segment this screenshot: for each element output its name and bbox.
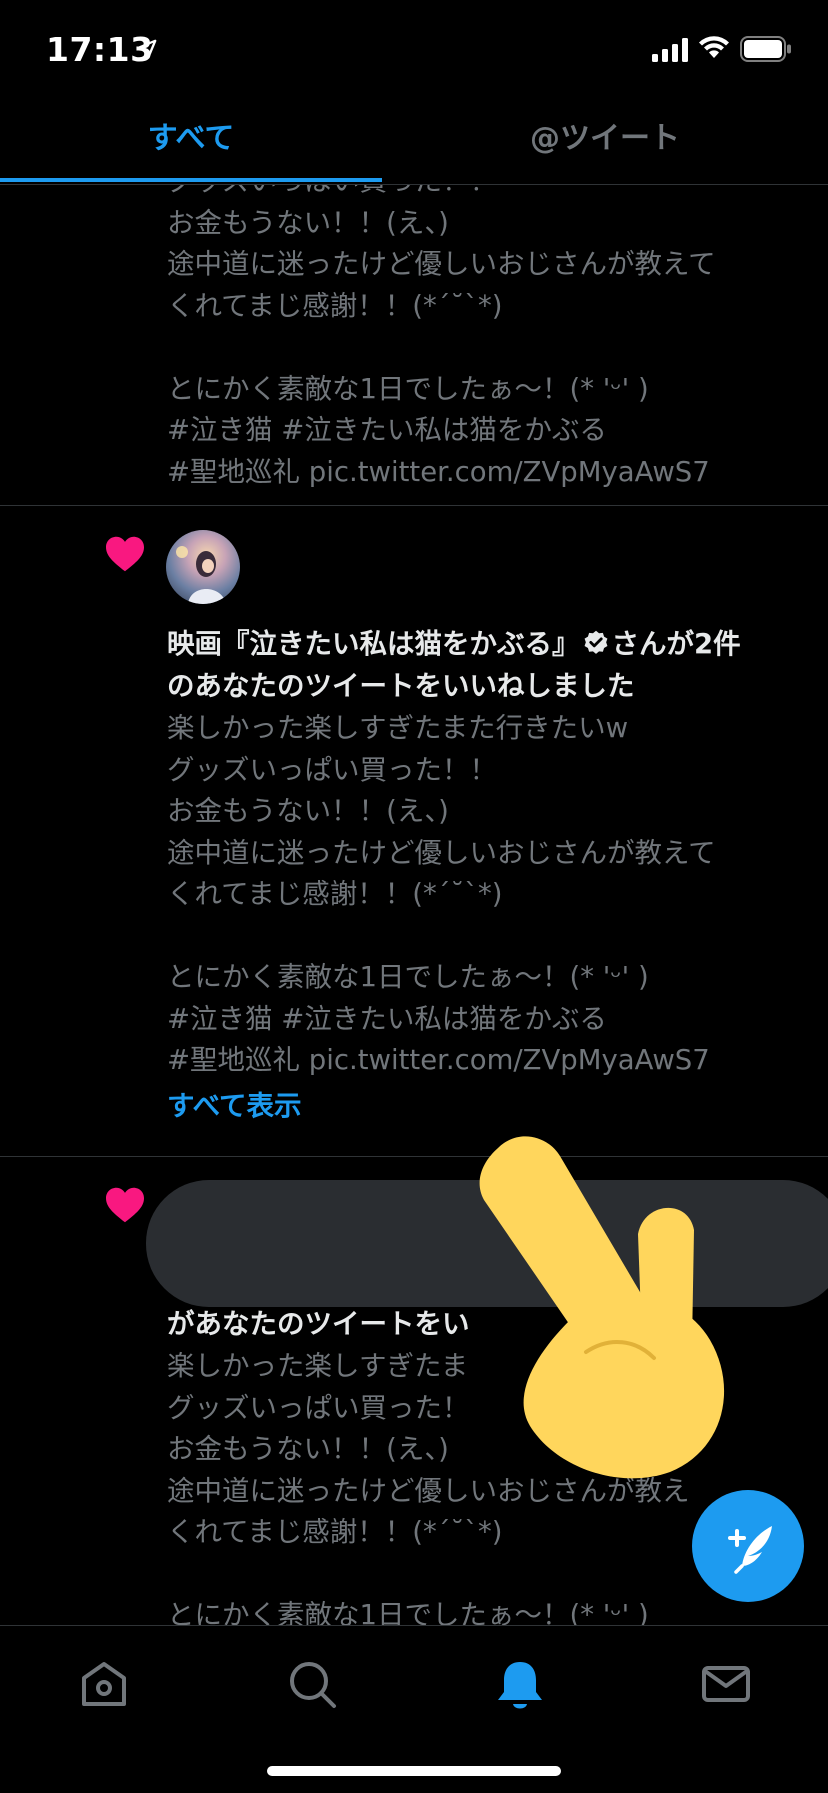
notification-item[interactable]: 映画『泣きたい私は猫をかぶる』 さんが2件のあなたのツイートをいいねしました 楽し…	[0, 506, 828, 1157]
account-name[interactable]: 映画『泣きたい私は猫をかぶる』	[167, 628, 580, 660]
notifications-bell-icon[interactable]	[490, 1654, 550, 1714]
notification-title: 映画『泣きたい私は猫をかぶる』 さんが2件のあなたのツイートをいいねしました	[167, 624, 767, 707]
tweet-text: 楽しかった楽しすぎたまた行きたいw グッズいっぱい買った！！ お金もうない！！(…	[167, 712, 716, 1076]
notification-item[interactable]: グッズいっぱい買った！！ お金もうない！！(え、) 途中道に迷ったけど優しいおじ…	[0, 185, 828, 506]
wifi-icon	[699, 36, 729, 58]
pointing-hand-icon	[479, 1136, 725, 1479]
home-indicator	[267, 1766, 561, 1776]
tweet-text: グッズいっぱい買った！！ お金もうない！！(え、) 途中道に迷ったけど優しいおじ…	[167, 185, 716, 488]
compose-tweet-button[interactable]	[692, 1490, 804, 1602]
active-tab-indicator	[0, 178, 382, 182]
heart-icon	[106, 536, 144, 572]
search-icon[interactable]	[282, 1654, 342, 1714]
notification-tabs: すべて @ツイート	[0, 98, 828, 185]
tab-mentions[interactable]: @ツイート	[414, 98, 796, 184]
signal-icon	[652, 38, 688, 62]
status-bar: 17:13	[0, 0, 828, 98]
show-all-link[interactable]: すべて表示	[167, 1083, 301, 1123]
compose-tweet-icon	[728, 1526, 772, 1574]
avatar-illustration	[176, 546, 226, 604]
battery-icon	[740, 36, 791, 62]
location-arrow-icon	[137, 39, 157, 59]
heart-icon	[106, 1187, 144, 1223]
home-icon[interactable]	[74, 1654, 134, 1714]
tab-all[interactable]: すべて	[0, 98, 382, 184]
verified-icon	[584, 630, 607, 654]
messages-envelope-icon[interactable]	[696, 1654, 756, 1714]
avatar[interactable]	[166, 530, 240, 604]
